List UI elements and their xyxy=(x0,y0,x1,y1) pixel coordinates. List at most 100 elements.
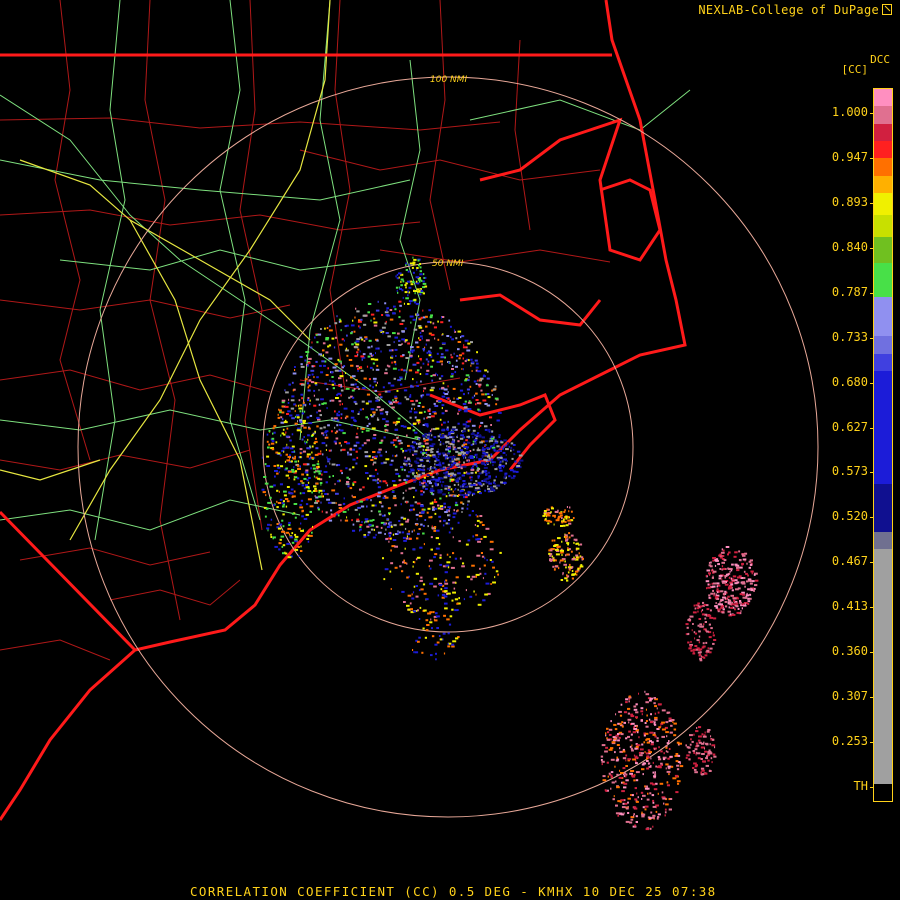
echo-pixel xyxy=(410,384,413,387)
echo-pixel xyxy=(451,643,455,646)
echo-pixel xyxy=(267,501,271,504)
echo-pixel xyxy=(443,388,448,391)
echo-pixel xyxy=(701,646,705,649)
echo-pixel xyxy=(340,449,342,452)
echo-pixel xyxy=(418,339,422,341)
echo-pixel xyxy=(413,328,418,331)
echo-pixel xyxy=(453,484,456,486)
echo-pixel xyxy=(356,500,359,503)
echo-pixel xyxy=(633,754,636,757)
echo-pixel xyxy=(503,439,507,442)
echo-pixel xyxy=(736,569,740,572)
echo-pixel xyxy=(508,445,510,448)
echo-pixel xyxy=(412,256,414,259)
echo-pixel xyxy=(301,484,305,487)
echo-pixel xyxy=(413,298,417,301)
echo-pixel xyxy=(637,729,639,732)
echo-pixel xyxy=(349,487,353,490)
echo-pixel xyxy=(474,462,478,465)
echo-pixel xyxy=(431,635,435,638)
echo-pixel xyxy=(656,707,658,710)
echo-pixel xyxy=(414,416,417,419)
echo-pixel xyxy=(285,431,287,434)
echo-pixel xyxy=(327,367,329,370)
echo-pixel xyxy=(428,565,430,568)
echo-pixel xyxy=(417,278,422,281)
echo-pixel xyxy=(367,534,370,537)
echo-pixel xyxy=(610,771,614,774)
echo-pixel xyxy=(649,699,652,702)
echo-pixel xyxy=(324,493,328,495)
echo-pixel xyxy=(710,592,714,595)
echo-pixel xyxy=(621,721,624,724)
echo-pixel xyxy=(304,440,306,443)
echo-pixel xyxy=(443,505,445,508)
echo-pixel xyxy=(419,331,422,334)
echo-pixel xyxy=(415,461,420,464)
echo-pixel xyxy=(463,598,465,601)
echo-pixel xyxy=(478,458,482,461)
echo-pixel xyxy=(577,568,580,570)
echo-pixel xyxy=(441,342,446,345)
echo-pixel xyxy=(707,614,712,617)
external-link-icon[interactable] xyxy=(882,4,892,15)
echo-pixel xyxy=(697,757,701,760)
echo-pixel xyxy=(450,443,453,446)
echo-pixel xyxy=(374,358,379,361)
echo-pixel xyxy=(437,489,441,492)
echo-pixel xyxy=(649,792,652,795)
echo-pixel xyxy=(334,417,338,420)
echo-pixel xyxy=(270,536,273,538)
echo-pixel xyxy=(492,388,496,391)
echo-pixel xyxy=(720,598,722,601)
echo-pixel xyxy=(307,481,310,484)
echo-pixel xyxy=(605,790,608,792)
echo-pixel xyxy=(430,487,434,490)
echo-pixel xyxy=(346,516,348,519)
echo-pixel xyxy=(721,578,723,581)
echo-pixel xyxy=(483,564,486,567)
echo-pixel xyxy=(365,337,368,340)
echo-pixel xyxy=(286,459,290,462)
echo-pixel xyxy=(342,432,346,435)
echo-pixel xyxy=(700,758,703,760)
echo-pixel xyxy=(466,507,469,510)
echo-pixel xyxy=(420,576,423,579)
echo-pixel xyxy=(420,451,423,454)
echo-pixel xyxy=(484,489,487,492)
echo-pixel xyxy=(340,385,343,388)
echo-pixel xyxy=(424,636,427,639)
echo-pixel xyxy=(314,430,316,433)
echo-pixel xyxy=(422,453,425,456)
echo-pixel xyxy=(690,649,693,652)
echo-pixel xyxy=(402,354,405,357)
echo-pixel xyxy=(441,363,443,366)
echo-pixel xyxy=(389,318,394,321)
echo-pixel xyxy=(406,474,408,477)
echo-pixel xyxy=(493,479,496,482)
echo-pixel xyxy=(406,604,410,607)
echo-pixel xyxy=(291,445,295,448)
echo-pixel xyxy=(407,594,412,597)
echo-pixel xyxy=(653,702,656,705)
echo-pixel xyxy=(611,781,615,784)
echo-pixel xyxy=(423,592,427,595)
echo-pixel xyxy=(489,486,493,489)
echo-pixel xyxy=(666,711,671,714)
echo-pixel xyxy=(268,443,271,446)
echo-pixel xyxy=(320,450,322,453)
echo-pixel xyxy=(425,373,429,376)
echo-pixel xyxy=(715,602,717,604)
echo-pixel xyxy=(706,755,708,758)
echo-pixel xyxy=(742,558,747,561)
echo-pixel xyxy=(394,363,397,366)
echo-pixel xyxy=(722,549,725,552)
echo-pixel xyxy=(617,814,620,817)
echo-pixel xyxy=(284,405,289,408)
echo-pixel xyxy=(466,471,468,474)
echo-pixel xyxy=(630,818,634,821)
echo-pixel xyxy=(401,319,405,322)
echo-pixel xyxy=(440,588,443,591)
echo-pixel xyxy=(418,473,421,476)
echo-pixel xyxy=(409,504,414,507)
